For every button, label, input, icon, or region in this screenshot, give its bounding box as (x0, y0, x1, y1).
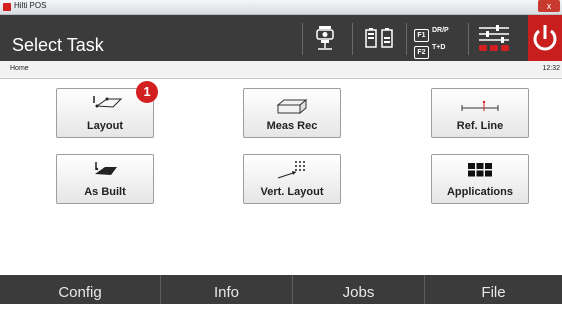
breadcrumb-home[interactable]: Home (10, 65, 29, 72)
ref-line-button[interactable]: Ref. Line (431, 88, 529, 138)
f1-shortcut[interactable]: F1DR/P (414, 24, 449, 42)
info-button[interactable]: Info (161, 275, 292, 304)
meas-rec-icon (276, 98, 308, 115)
f1-label: DR/P (432, 27, 449, 34)
power-icon (533, 25, 557, 51)
f2-key: F2 (414, 46, 429, 59)
meas-rec-button[interactable]: Meas Rec (243, 88, 341, 138)
config-button[interactable]: Config (0, 275, 160, 304)
header-divider (468, 23, 469, 55)
battery-icon[interactable] (362, 23, 396, 53)
header-divider (406, 23, 407, 55)
f2-shortcut[interactable]: F2T+D (414, 41, 446, 59)
ref-line-icon (461, 100, 499, 111)
file-button[interactable]: File (425, 275, 562, 304)
header-bar: Select Task F1DR/P F2T+D (0, 15, 562, 61)
window-titlebar: Hilti POS x (0, 0, 562, 15)
vert-layout-button[interactable]: Vert. Layout (243, 154, 341, 204)
callout-badge: 1 (136, 81, 158, 103)
f2-label: T+D (432, 44, 446, 51)
power-button[interactable] (528, 15, 562, 61)
vert-layout-label: Vert. Layout (260, 186, 324, 198)
footer-bar: Config Info Jobs File (0, 275, 562, 304)
ref-line-label: Ref. Line (456, 120, 504, 132)
breadcrumb: Home 12:32 (0, 61, 562, 79)
meas-rec-label: Meas Rec (266, 120, 318, 132)
close-button[interactable]: x (538, 0, 560, 12)
header-divider (352, 23, 353, 55)
settings-sliders-icon[interactable] (476, 23, 512, 53)
clock: 12:32 (542, 65, 560, 72)
app-icon (3, 3, 11, 11)
applications-button[interactable]: Applications (431, 154, 529, 204)
layout-label: Layout (86, 120, 124, 132)
jobs-button[interactable]: Jobs (293, 275, 424, 304)
as-built-label: As Built (84, 186, 126, 198)
grid-icon (468, 163, 492, 177)
as-built-icon (95, 162, 117, 175)
as-built-button[interactable]: As Built (56, 154, 154, 204)
page-title: Select Task (12, 35, 104, 55)
instrument-icon[interactable] (312, 23, 338, 53)
applications-label: Applications (446, 186, 513, 198)
window-title: Hilti POS (14, 1, 47, 10)
vert-layout-icon (277, 161, 305, 179)
header-divider (302, 23, 303, 55)
